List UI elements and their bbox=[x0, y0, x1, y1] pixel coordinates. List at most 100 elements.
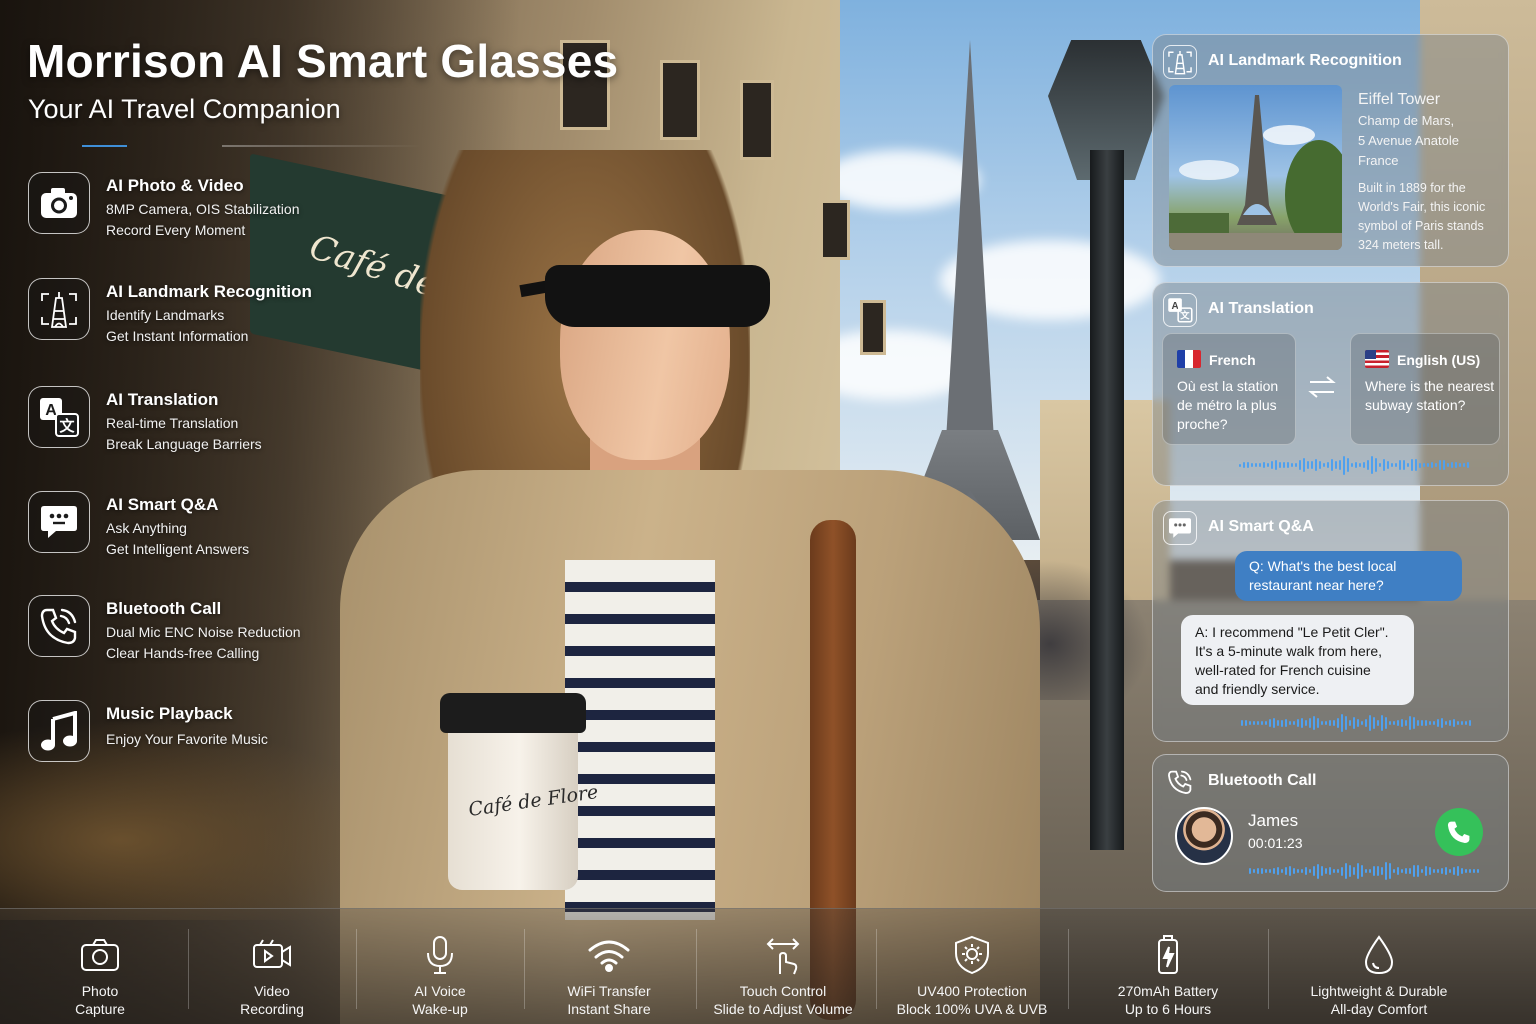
waveform-bar bbox=[1381, 715, 1383, 731]
waveform-bar bbox=[1443, 460, 1445, 470]
waveform-bar bbox=[1445, 866, 1447, 876]
landmark-address-line: Champ de Mars, bbox=[1358, 113, 1455, 128]
waveform-bar bbox=[1305, 867, 1307, 875]
waveform-bar bbox=[1267, 463, 1269, 467]
waveform-bar bbox=[1281, 868, 1283, 874]
waveform-bar bbox=[1457, 866, 1459, 876]
waveform-bar bbox=[1397, 719, 1399, 727]
waveform-bar bbox=[1289, 865, 1291, 877]
bottom-feature-touch: Touch Control Slide to Adjust Volume bbox=[700, 909, 866, 1024]
phone-icon bbox=[28, 595, 90, 657]
waveform-bar bbox=[1317, 863, 1319, 879]
bottom-feature-label: AI Voice bbox=[414, 983, 466, 999]
waveform-bar bbox=[1433, 868, 1435, 874]
waveform-bar bbox=[1249, 867, 1251, 875]
waveform-bar bbox=[1341, 866, 1343, 876]
camera-icon bbox=[78, 933, 122, 977]
bottom-feature-label: Photo bbox=[81, 983, 119, 999]
answer-line: A: I recommend "Le Petit Cler". bbox=[1195, 624, 1389, 640]
title-divider bbox=[82, 145, 422, 147]
waveform-bar bbox=[1357, 719, 1359, 727]
waveform-bar bbox=[1461, 868, 1463, 874]
waveform-bar bbox=[1309, 868, 1311, 874]
call-card: Bluetooth Call James 00:01:23 bbox=[1152, 754, 1509, 892]
translate-icon: A文 bbox=[28, 386, 90, 448]
waveform-bar bbox=[1363, 462, 1365, 468]
waveform-bar bbox=[1433, 721, 1435, 725]
waveform-bar bbox=[1277, 866, 1279, 876]
waveform-bar bbox=[1331, 459, 1333, 471]
video-icon bbox=[250, 933, 294, 977]
feature-photo-video: AI Photo & Video 8MP Camera, OIS Stabili… bbox=[28, 172, 358, 242]
waveform-bar bbox=[1265, 869, 1267, 873]
answer-call-button[interactable] bbox=[1435, 808, 1483, 856]
waveform-bar bbox=[1269, 869, 1271, 873]
answer-line: It's a 5-minute walk from here, bbox=[1195, 643, 1383, 659]
bottom-divider bbox=[524, 929, 525, 1009]
bottom-feature-sublabel: Up to 6 Hours bbox=[1124, 1001, 1212, 1017]
waveform-bar bbox=[1309, 718, 1311, 728]
source-text-line: Où est la station bbox=[1177, 378, 1279, 394]
landmark-description-line: 324 meters tall. bbox=[1358, 238, 1444, 252]
coffee-cup-lid bbox=[440, 693, 586, 733]
bottom-feature-label: Video bbox=[254, 983, 290, 999]
bottom-divider bbox=[696, 929, 697, 1009]
waveform-bar bbox=[1323, 463, 1325, 467]
waveform-bar bbox=[1297, 719, 1299, 727]
source-text-line: de métro la plus bbox=[1177, 397, 1277, 413]
avatar bbox=[1175, 807, 1233, 865]
feature-line: Identify Landmarks bbox=[106, 307, 225, 323]
waveform-bar bbox=[1459, 463, 1461, 467]
waveform-bar bbox=[1359, 462, 1361, 468]
waveform-bar bbox=[1239, 463, 1241, 467]
feature-title: Music Playback bbox=[106, 704, 233, 723]
feature-line: Enjoy Your Favorite Music bbox=[106, 731, 268, 747]
waveform-bar bbox=[1295, 463, 1297, 467]
waveform-bar bbox=[1383, 459, 1385, 471]
waveform-bar bbox=[1477, 869, 1479, 873]
waveform-bar bbox=[1249, 720, 1251, 726]
waveform-bar bbox=[1407, 462, 1409, 468]
waveform-bar bbox=[1413, 716, 1415, 730]
waveform-bar bbox=[1439, 460, 1441, 470]
card-title: Bluetooth Call bbox=[1208, 772, 1317, 789]
waveform-bar bbox=[1385, 862, 1387, 880]
waveform-bar bbox=[1397, 867, 1399, 875]
bottom-feature-label: UV400 Protection bbox=[917, 983, 1027, 999]
shield-icon bbox=[950, 933, 994, 977]
waveform-bar bbox=[1283, 462, 1285, 468]
waveform-bar bbox=[1263, 461, 1265, 469]
waveform-bar bbox=[1413, 864, 1415, 878]
feature-line: Real-time Translation bbox=[106, 415, 239, 431]
translation-card: A文 AI Translation French Où est la stati… bbox=[1152, 282, 1509, 486]
waveform-bar bbox=[1261, 720, 1263, 726]
feature-line: 8MP Camera, OIS Stabilization bbox=[106, 201, 300, 217]
waveform-bar bbox=[1273, 867, 1275, 875]
waveform-bar bbox=[1343, 455, 1345, 475]
waveform-bar bbox=[1401, 869, 1403, 873]
waveform-bar bbox=[1427, 463, 1429, 467]
waveform-bar bbox=[1313, 866, 1315, 876]
bottom-feature-label: 270mAh Battery bbox=[1117, 983, 1219, 999]
waveform-bar bbox=[1377, 865, 1379, 877]
audio-waveform bbox=[1239, 453, 1469, 477]
waveform-bar bbox=[1437, 869, 1439, 873]
waveform-bar bbox=[1463, 463, 1465, 467]
waveform-bar bbox=[1447, 462, 1449, 468]
target-text-line: subway station? bbox=[1365, 397, 1466, 413]
waveform-bar bbox=[1321, 721, 1323, 725]
music-icon bbox=[28, 700, 90, 762]
waveform-bar bbox=[1337, 869, 1339, 873]
waveform-bar bbox=[1403, 459, 1405, 471]
feature-bluetooth-call: Bluetooth Call Dual Mic ENC Noise Reduct… bbox=[28, 595, 358, 665]
waveform-bar bbox=[1411, 458, 1413, 472]
answer-line: well-rated for French cuisine bbox=[1195, 662, 1371, 678]
waveform-bar bbox=[1389, 863, 1391, 879]
waveform-bar bbox=[1245, 719, 1247, 727]
waveform-bar bbox=[1357, 862, 1359, 880]
question-line: Q: What's the best local bbox=[1249, 558, 1397, 574]
page-subtitle: Your AI Travel Companion bbox=[28, 94, 341, 124]
waveform-bar bbox=[1241, 720, 1243, 726]
target-language-label: English (US) bbox=[1397, 352, 1481, 368]
waveform-bar bbox=[1467, 462, 1469, 468]
